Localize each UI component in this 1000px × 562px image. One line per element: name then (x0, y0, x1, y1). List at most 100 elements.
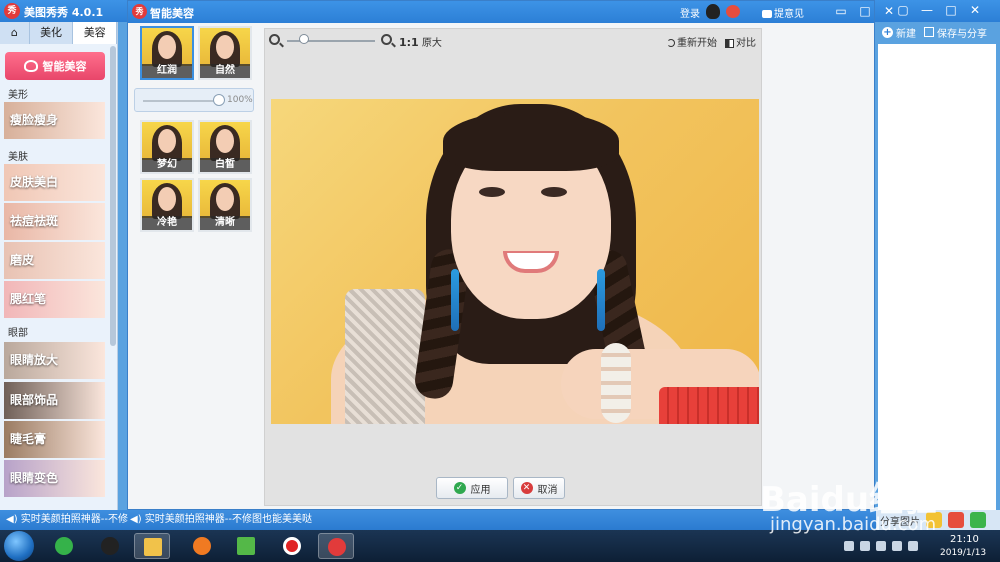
effect-label: 红润 (142, 64, 192, 78)
smart-beauty-button[interactable]: 智能美容 (5, 52, 105, 80)
effect-thumbnail (142, 28, 192, 67)
save-share-button[interactable]: 保存与分享 (924, 25, 987, 40)
weibo-icon[interactable] (948, 512, 964, 528)
start-button[interactable] (4, 531, 34, 561)
compare-icon (725, 38, 734, 48)
feature-mascara[interactable]: 睫毛膏 (4, 421, 105, 458)
login-link[interactable]: 登录 (680, 5, 700, 20)
restart-button[interactable]: 重新开始 (667, 34, 717, 49)
apply-label: 应用 (470, 484, 491, 496)
taskbar-media-icon[interactable] (228, 533, 264, 559)
portrait-photo (271, 99, 759, 424)
feature-smooth-skin[interactable]: 磨皮 (4, 242, 105, 279)
main-tabs: ⌂ 美化 美容 (0, 22, 117, 44)
section-label-skin: 美肤 (8, 152, 28, 163)
maximize-button[interactable]: □ (942, 2, 960, 18)
add-share-icon[interactable] (970, 512, 986, 528)
effect-natural[interactable]: 自然 (198, 26, 252, 80)
face-icon (23, 60, 38, 72)
volume-icon[interactable] (892, 541, 902, 551)
star-icon[interactable] (926, 512, 942, 528)
dialog-minimize-button[interactable]: ▭ (832, 3, 850, 19)
feature-eye-color[interactable]: 眼睛变色 (4, 460, 105, 497)
dialog-titlebar: 秀 智能美容 登录 提意见 ▭ □ ✕ (128, 1, 894, 23)
feedback-link[interactable]: 提意见 (762, 5, 804, 20)
effect-label: 白皙 (200, 158, 250, 172)
signal-icon[interactable] (908, 541, 918, 551)
cancel-label: 取消 (537, 484, 558, 496)
dialog-maximize-button[interactable]: □ (856, 3, 874, 19)
zoom-out-icon[interactable] (269, 34, 280, 45)
feature-eye-enlarge[interactable]: 眼睛放大 (4, 342, 105, 379)
left-feature-panel: ⌂ 美化 美容 智能美容 美形 瘦脸瘦身 美肤 皮肤美白 祛痘祛斑 磨皮 腮红笔… (0, 22, 118, 510)
actual-size-button[interactable]: 1:1 原大 (399, 34, 442, 49)
section-label-shape: 美形 (8, 90, 28, 101)
intensity-slider[interactable]: 100% (134, 88, 254, 112)
status-bar: ◀) 实时美颜拍照神器--不修图 ◀) 实时美颜拍照神器--不修图也能美美哒 (0, 510, 876, 530)
effect-label: 自然 (200, 64, 250, 78)
clock-time[interactable]: 21:10 (950, 534, 979, 545)
close-circle-icon: ✕ (520, 482, 533, 494)
plus-icon: + (882, 26, 893, 38)
effect-cool[interactable]: 冷艳 (140, 178, 194, 232)
system-tray: 21:10 2019/1/13 (840, 530, 1000, 562)
effect-thumbnail (142, 180, 192, 219)
effect-label: 梦幻 (142, 158, 192, 172)
zoom-in-icon[interactable] (381, 34, 392, 45)
network-icon[interactable] (876, 541, 886, 551)
flag-icon[interactable] (860, 541, 870, 551)
taskbar-360-icon[interactable] (46, 533, 82, 559)
zoom-knob[interactable] (299, 34, 309, 44)
share-label: 分享图片 (880, 516, 920, 528)
effect-label: 冷艳 (142, 216, 192, 230)
status-ticker-main[interactable]: ◀) 实时美颜拍照神器--不修图也能美美哒 (130, 510, 312, 530)
close-button[interactable]: ✕ (966, 2, 984, 18)
clock-date[interactable]: 2019/1/13 (940, 548, 986, 558)
app-logo-icon: 秀 (4, 3, 20, 19)
taskbar-qq-icon[interactable] (92, 533, 128, 559)
taskbar-meitu-icon[interactable] (318, 533, 354, 559)
section-label-eyes: 眼部 (8, 328, 28, 339)
new-button[interactable]: + 新建 (882, 25, 916, 40)
zoom-bar: 1:1 原大 重新开始 对比 (265, 29, 761, 53)
qq-icon[interactable] (706, 4, 720, 19)
effect-thumbnail (142, 122, 192, 161)
feature-acne-removal[interactable]: 祛痘祛斑 (4, 203, 105, 240)
image-canvas-area: 1:1 原大 重新开始 对比 (264, 28, 762, 506)
compare-button[interactable]: 对比 (725, 34, 756, 49)
smart-beauty-label: 智能美容 (42, 60, 87, 73)
intensity-knob[interactable] (213, 94, 225, 106)
intensity-value: 100% (227, 95, 253, 105)
dialog-logo-icon: 秀 (132, 4, 147, 19)
speaker-icon: ◀) (130, 514, 142, 525)
effect-clear[interactable]: 清晰 (198, 178, 252, 232)
effect-thumbnail (200, 122, 250, 161)
left-panel-scrollbar[interactable] (110, 46, 116, 346)
feature-eye-accessories[interactable]: 眼部饰品 (4, 382, 105, 419)
minimize-button[interactable]: — (918, 2, 936, 18)
right-preview-area (878, 44, 996, 510)
share-bar: 分享图片 (876, 510, 1000, 530)
cancel-button[interactable]: ✕ 取消 (513, 477, 565, 499)
taskbar-record-icon[interactable] (274, 533, 310, 559)
feature-slim-face[interactable]: 瘦脸瘦身 (4, 102, 105, 139)
tab-home[interactable]: ⌂ (0, 22, 30, 44)
effect-rosy[interactable]: 红润 (140, 26, 194, 80)
weibo-icon[interactable] (726, 5, 740, 18)
effect-dreamy[interactable]: 梦幻 (140, 120, 194, 174)
tab-beautify[interactable]: 美化 (29, 22, 74, 44)
check-icon: ✓ (453, 482, 466, 494)
tab-beauty[interactable]: 美容 (73, 22, 117, 44)
effect-thumbnail (200, 28, 250, 67)
status-ticker-left[interactable]: ◀) 实时美颜拍照神器--不修图 (6, 510, 128, 530)
effect-fair[interactable]: 白皙 (198, 120, 252, 174)
taskbar-firefox-icon[interactable] (184, 533, 220, 559)
apply-button[interactable]: ✓ 应用 (436, 477, 508, 499)
keyboard-icon[interactable] (844, 541, 854, 551)
undo-icon (667, 39, 675, 47)
taskbar-folder-icon[interactable] (134, 533, 170, 559)
feature-skin-whitening[interactable]: 皮肤美白 (4, 164, 105, 201)
dialog-close-button[interactable]: ✕ (880, 3, 898, 19)
app-title: 美图秀秀 4.0.1 (24, 6, 104, 19)
feature-blush-pen[interactable]: 腮红笔 (4, 281, 105, 318)
